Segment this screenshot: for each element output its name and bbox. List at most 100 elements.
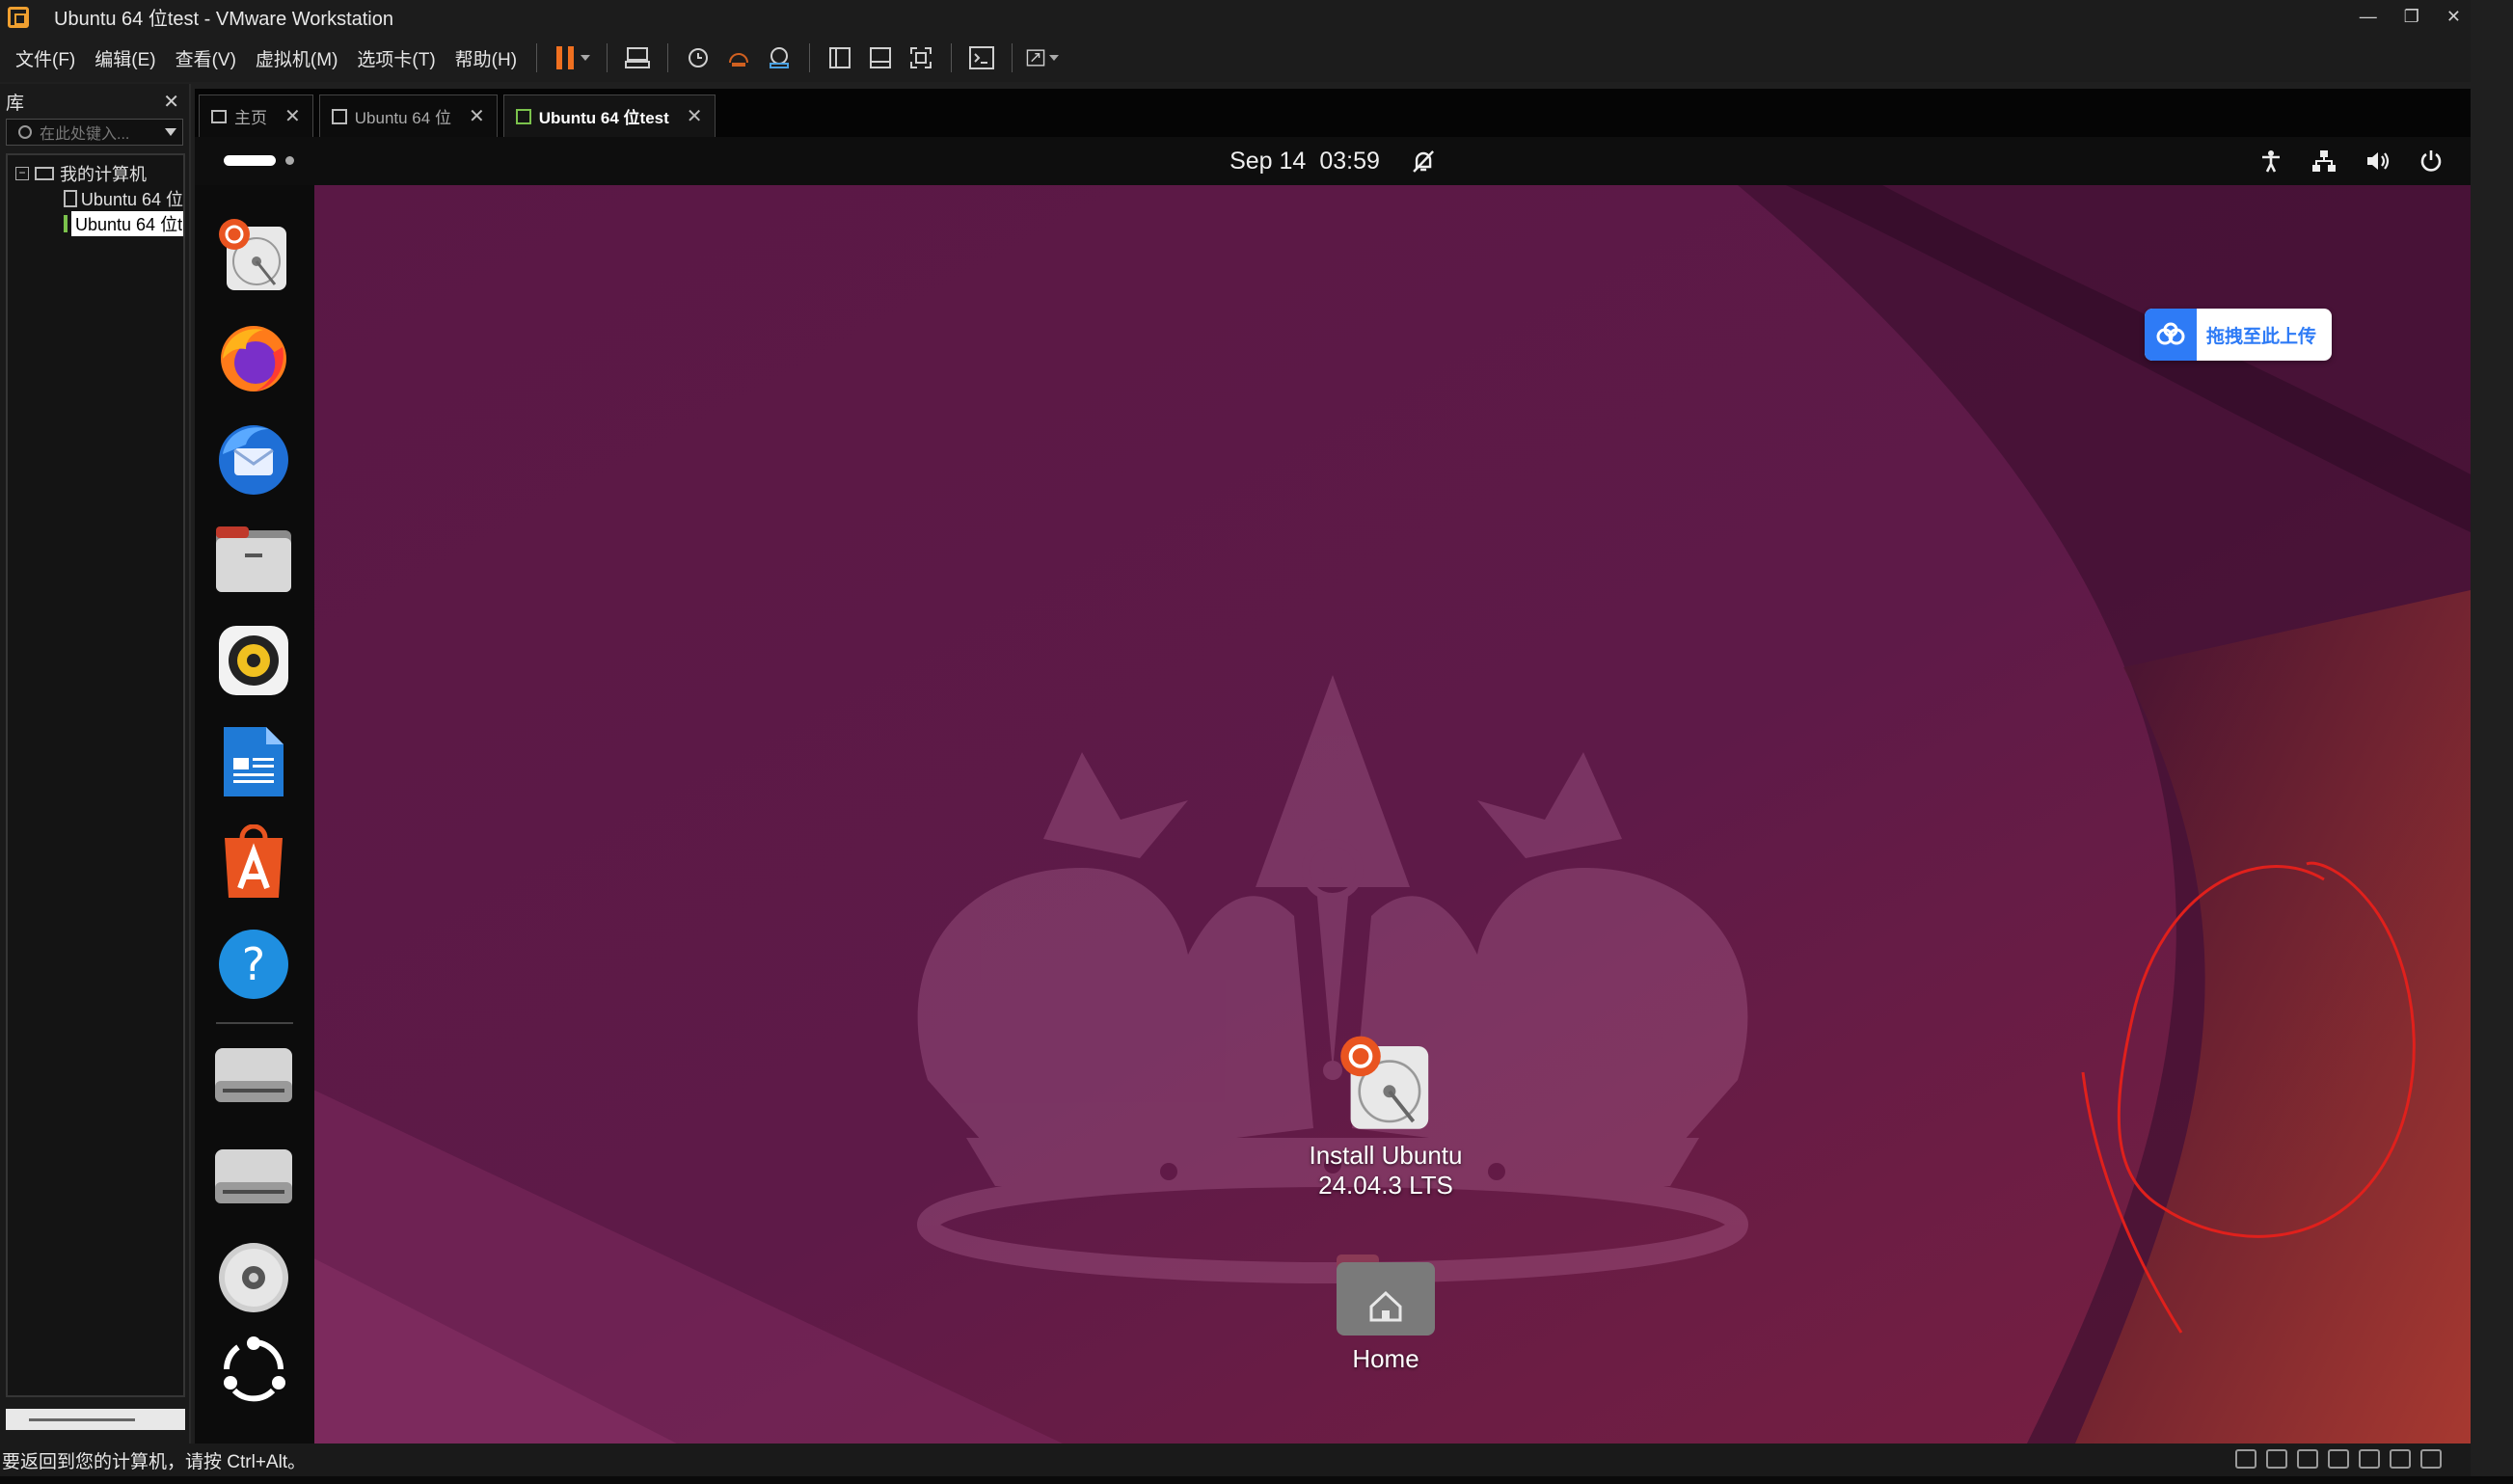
restore-button[interactable]: ❐ [2404,7,2419,27]
network-wired-icon[interactable] [2310,148,2337,174]
help-icon[interactable]: ? [212,923,295,1006]
app-center-icon[interactable] [212,822,295,904]
tree-item-label: 我的计算机 [60,165,147,184]
files-icon[interactable] [212,518,295,601]
sound-card-icon[interactable] [2390,1449,2411,1469]
library-panel: 库 ✕ 在此处键入... − 我的计算机 Ubuntu 64 位 Ubuntu … [0,84,191,1444]
chevron-down-icon[interactable] [165,128,176,136]
tab-ubuntu[interactable]: Ubuntu 64 位 ✕ [318,94,498,137]
upload-drop-badge[interactable]: 拖拽至此上传 [2145,309,2332,361]
close-tab-icon[interactable]: ✕ [687,104,703,128]
workspace-indicator-active [224,155,276,166]
snapshot-manager-icon[interactable] [763,41,796,74]
toolbar-separator [809,43,811,72]
stretch-icon[interactable] [1026,41,1060,74]
library-close-button[interactable]: ✕ [163,90,179,114]
rhythmbox-icon[interactable] [212,619,295,702]
ubuntu-dock: ? [195,185,314,1444]
tree-item-label: Ubuntu 64 位test [71,211,183,236]
install-ubuntu-icon [1340,1036,1429,1129]
pause-icon[interactable] [551,41,593,74]
window-title: Ubuntu 64 位test - VMware Workstation [54,9,393,30]
drive-icon[interactable] [212,1034,295,1117]
taskbar-edge [0,1476,2513,1484]
red-annotation-circle [2081,861,2416,1334]
accessibility-icon[interactable] [2258,148,2283,174]
menu-vm[interactable]: 虚拟机(M) [246,45,347,71]
desktop-icon-label: Home [1352,1344,1419,1373]
activities-button[interactable] [224,155,294,166]
guest-screen[interactable]: Sep 14 03:59 ? 拖拽至此上传 Install Ubuntu 24.… [195,137,2471,1444]
desktop-icon-home[interactable]: Home [1280,1251,1492,1374]
toolbar-separator [667,43,669,72]
toolbar-separator [536,43,538,72]
toolbar-separator [1012,43,1013,72]
thunderbird-icon[interactable] [212,417,295,499]
tree-item-label: Ubuntu 64 位 [80,190,183,209]
power-icon[interactable] [2418,148,2444,174]
library-tree: − 我的计算机 Ubuntu 64 位 Ubuntu 64 位test [6,153,185,1397]
close-tab-icon[interactable]: ✕ [284,104,301,128]
revert-snapshot-icon[interactable] [722,41,755,74]
library-view-icon[interactable] [824,41,856,74]
volume-icon[interactable] [2364,148,2391,174]
desktop-icon-install-ubuntu[interactable]: Install Ubuntu 24.04.3 LTS [1280,1034,1492,1201]
hard-disk-icon[interactable] [2235,1449,2256,1469]
tab-ubuntu-test[interactable]: Ubuntu 64 位test ✕ [502,94,716,137]
thumbnail-view-icon[interactable] [864,41,897,74]
menu-edit[interactable]: 编辑(E) [85,45,165,71]
vmware-logo-icon [8,6,29,28]
dock-separator [216,1022,293,1024]
library-title: 库 [6,93,25,114]
vm-running-icon [64,215,68,232]
tab-label: 主页 [234,109,267,127]
tab-label: Ubuntu 64 位test [538,109,669,127]
close-window-button[interactable]: ✕ [2446,7,2461,27]
show-apps-icon[interactable] [212,1328,295,1411]
toolbar-separator [607,43,608,72]
menu-view[interactable]: 查看(V) [166,45,246,71]
tree-item-vm-selected[interactable]: Ubuntu 64 位test [8,211,183,236]
snapshot-icon[interactable] [682,41,715,74]
search-icon [18,125,32,139]
cloud-upload-icon [2145,309,2197,361]
tree-item-vm[interactable]: Ubuntu 64 位 [8,186,183,211]
tab-label: Ubuntu 64 位 [354,109,451,127]
firefox-icon[interactable] [212,315,295,398]
title-bar: Ubuntu 64 位test - VMware Workstation — ❐… [0,0,2471,34]
install-ubuntu-icon[interactable] [212,214,295,297]
system-tray[interactable] [2258,137,2444,185]
toolbar-separator [951,43,953,72]
library-search-input[interactable]: 在此处键入... [6,119,183,146]
minimize-button[interactable]: — [2360,7,2377,27]
console-icon[interactable] [965,41,998,74]
tree-item-my-computer[interactable]: − 我的计算机 [8,161,183,186]
usb-icon[interactable] [2359,1449,2380,1469]
libreoffice-writer-icon[interactable] [212,720,295,803]
optical-disc-icon[interactable] [212,1236,295,1319]
desktop-icon-label: 24.04.3 LTS [1318,1171,1453,1200]
menu-tabs[interactable]: 选项卡(T) [347,45,445,71]
notifications-off-icon [1413,150,1434,173]
send-ctrl-alt-del-icon[interactable] [621,41,654,74]
library-search-placeholder: 在此处键入... [40,126,130,143]
clock-button[interactable]: Sep 14 03:59 [1229,137,1436,185]
svg-text:?: ? [242,938,265,990]
clock-date: Sep 14 [1229,147,1307,175]
vm-icon [64,190,77,207]
library-scrollbar[interactable] [6,1409,185,1430]
message-log-icon[interactable] [2420,1449,2442,1469]
home-folder-icon [1337,1255,1435,1336]
cd-dvd-icon[interactable] [2266,1449,2287,1469]
menu-file[interactable]: 文件(F) [0,45,85,71]
collapse-icon[interactable]: − [15,167,29,180]
drive-icon[interactable] [212,1135,295,1218]
tab-home[interactable]: 主页 ✕ [199,94,313,137]
clock-time: 03:59 [1319,147,1380,175]
close-tab-icon[interactable]: ✕ [469,104,485,128]
gnome-top-bar: Sep 14 03:59 [195,137,2471,185]
network-adapter-icon[interactable] [2328,1449,2349,1469]
menu-help[interactable]: 帮助(H) [446,45,527,71]
fullscreen-icon[interactable] [905,41,937,74]
cd-dvd-icon[interactable] [2297,1449,2318,1469]
